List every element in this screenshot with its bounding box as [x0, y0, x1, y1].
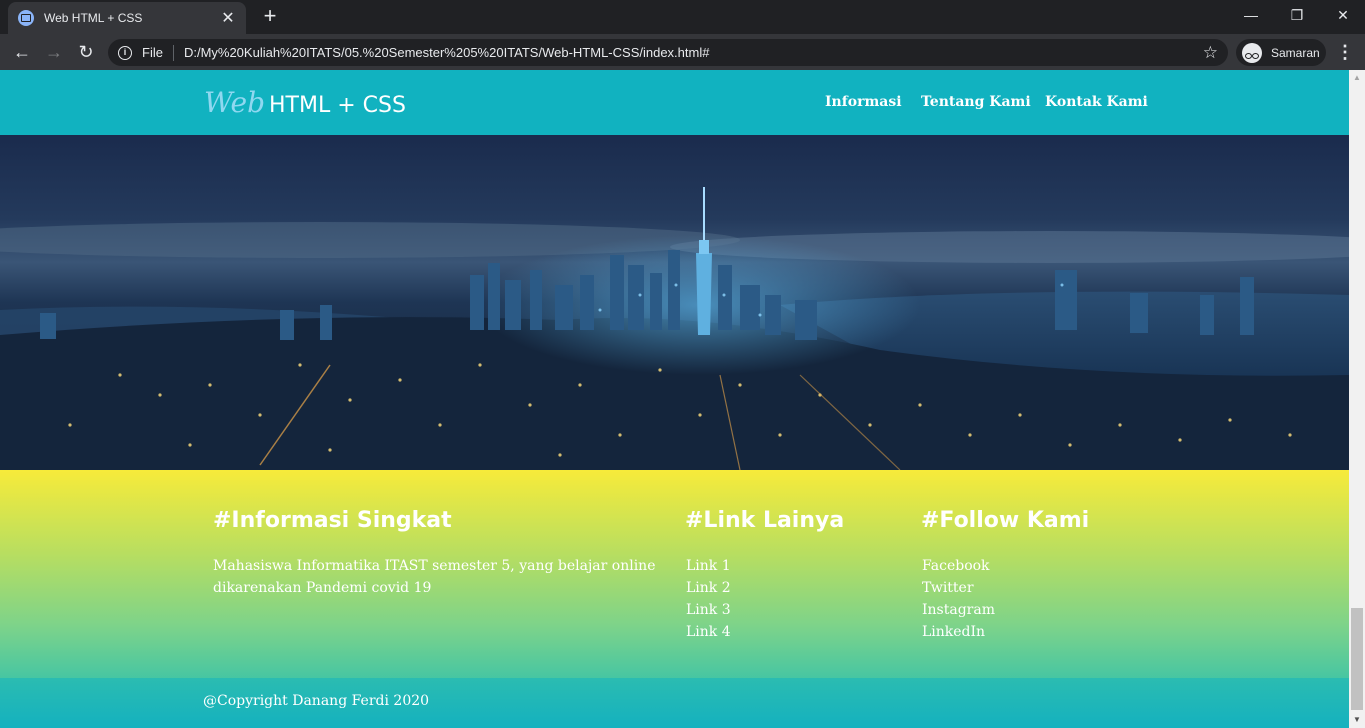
linkedin-link[interactable]: LinkedIn — [922, 621, 995, 643]
scroll-down-arrow-icon[interactable]: ▼ — [1349, 712, 1365, 728]
links-heading: #Link Lainya — [685, 508, 845, 533]
scheme-label: File — [142, 45, 163, 60]
info-text-line: Mahasiswa Informatika ITAST semester 5, … — [213, 558, 656, 574]
browser-toolbar: ← → ↻ i File D:/My%20Kuliah%20ITATS/05.%… — [0, 34, 1365, 70]
bookmark-star-icon[interactable]: ☆ — [1203, 43, 1218, 63]
link-item-1[interactable]: Link 1 — [686, 555, 731, 577]
profile-label: Samaran — [1271, 45, 1320, 60]
link-item-4[interactable]: Link 4 — [686, 621, 731, 643]
address-bar[interactable]: i File D:/My%20Kuliah%20ITATS/05.%20Seme… — [108, 39, 1228, 66]
link-item-2[interactable]: Link 2 — [686, 577, 731, 599]
links-list: Link 1 Link 2 Link 3 Link 4 — [686, 555, 731, 643]
close-tab-icon[interactable]: ✕ — [220, 8, 236, 28]
page-viewport: Web HTML + CSS Informasi Tentang Kami Kon… — [0, 70, 1349, 728]
twitter-link[interactable]: Twitter — [922, 577, 995, 599]
scrollbar-thumb[interactable] — [1351, 608, 1363, 710]
instagram-link[interactable]: Instagram — [922, 599, 995, 621]
hero-city-image — [0, 135, 1349, 470]
incognito-icon — [1242, 42, 1262, 63]
info-text-line: dikarenakan Pandemi covid 19 — [213, 580, 432, 596]
close-window-button[interactable]: ✕ — [1320, 0, 1365, 30]
facebook-link[interactable]: Facebook — [922, 555, 995, 577]
browser-tab[interactable]: Web HTML + CSS ✕ — [8, 2, 246, 34]
nav-link-kontak-kami[interactable]: Kontak Kami — [1045, 94, 1148, 110]
nav-link-informasi[interactable]: Informasi — [825, 94, 902, 110]
copyright-text: @Copyright Danang Ferdi 2020 — [203, 693, 430, 709]
site-footer: @Copyright Danang Ferdi 2020 — [0, 678, 1349, 728]
profile-button[interactable]: Samaran — [1236, 39, 1326, 66]
address-separator — [172, 44, 174, 61]
page-scrollbar[interactable]: ▲ ▼ — [1349, 70, 1365, 728]
restore-window-button[interactable]: ❐ — [1274, 0, 1320, 30]
new-tab-button[interactable]: + — [258, 4, 282, 28]
info-section: #Informasi Singkat Mahasiswa Informatika… — [0, 470, 1349, 678]
kebab-menu-icon[interactable]: ⋮ — [1336, 42, 1354, 62]
logo-italic-text: Web — [204, 86, 265, 119]
info-text: Mahasiswa Informatika ITAST semester 5, … — [213, 555, 655, 599]
nav-link-tentang-kami[interactable]: Tentang Kami — [921, 94, 1031, 110]
url-text[interactable]: D:/My%20Kuliah%20ITATS/05.%20Semester%20… — [184, 45, 1203, 60]
follow-heading: #Follow Kami — [921, 508, 1090, 533]
scroll-up-arrow-icon[interactable]: ▲ — [1349, 70, 1365, 86]
info-heading: #Informasi Singkat — [213, 508, 452, 533]
link-item-3[interactable]: Link 3 — [686, 599, 731, 621]
reload-icon[interactable]: ↻ — [72, 38, 100, 66]
tab-strip: Web HTML + CSS ✕ + — ❐ ✕ — [0, 0, 1365, 34]
back-arrow-icon[interactable]: ← — [8, 38, 36, 66]
page-favicon-icon — [18, 10, 34, 26]
tab-title: Web HTML + CSS — [44, 11, 143, 25]
site-logo[interactable]: Web HTML + CSS — [204, 86, 406, 119]
logo-text: HTML + CSS — [269, 93, 406, 118]
site-header: Web HTML + CSS Informasi Tentang Kami Kon… — [0, 70, 1349, 135]
minimize-window-button[interactable]: — — [1228, 0, 1274, 30]
follow-list: Facebook Twitter Instagram LinkedIn — [922, 555, 995, 643]
city-skyline-illustration — [0, 135, 1349, 470]
site-info-icon[interactable]: i — [118, 45, 132, 60]
forward-arrow-icon[interactable]: → — [40, 38, 68, 66]
